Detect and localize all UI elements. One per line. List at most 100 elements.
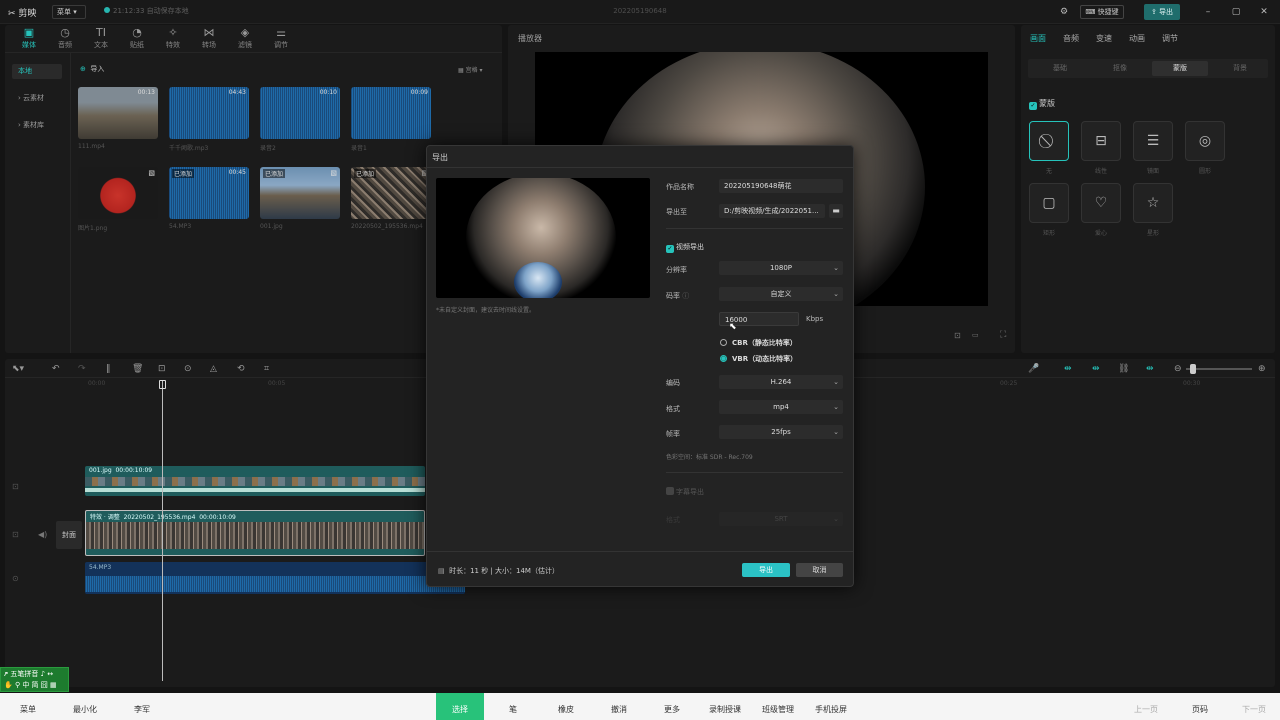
playhead[interactable] (162, 381, 163, 681)
sidebar-item[interactable]: › 素材库 (12, 118, 62, 133)
chain-link-icon[interactable]: ⛓ (1118, 364, 1129, 374)
link-main-icon[interactable]: ⇹ (1064, 364, 1072, 374)
bitrate-select[interactable]: 自定义 ⌄ (719, 287, 843, 301)
format-select[interactable]: mp4 ⌄ (719, 400, 843, 414)
mask-option[interactable]: ☰ (1133, 121, 1173, 161)
undo-icon[interactable]: ↶ (52, 364, 60, 374)
help-icon[interactable]: ⓘ (682, 292, 689, 300)
media-thumbnail[interactable]: 00:45 已添加 (169, 167, 249, 219)
freeze-icon[interactable]: ⊡ (158, 364, 166, 374)
tab-audio[interactable]: ◷ 音频 (52, 26, 78, 50)
cover-button[interactable]: 封面 (56, 521, 82, 549)
media-thumbnail[interactable]: 00:09 (351, 87, 431, 139)
framerate-select[interactable]: 25fps ⌄ (719, 425, 843, 439)
codec-select[interactable]: H.264 ⌄ (719, 375, 843, 389)
zoom-in-icon[interactable]: ⊕ (1258, 364, 1266, 374)
media-thumbnail[interactable]: 已添加 ▧ (260, 167, 340, 219)
audio-track-icon[interactable]: ⊙ (12, 574, 19, 583)
cancel-button[interactable]: 取消 (796, 563, 843, 577)
audio-clip[interactable]: 54.MP3 (85, 562, 465, 594)
inspector-segment[interactable]: 基础 (1032, 61, 1088, 76)
mask-option[interactable]: ⃠ (1029, 121, 1069, 161)
playhead-handle[interactable] (159, 380, 166, 389)
taskbar-tool[interactable]: 录制授课 (701, 693, 749, 720)
cbr-option[interactable]: CBR（静态比特率） (720, 338, 797, 348)
snap-icon[interactable]: ⇹ (1146, 364, 1154, 374)
taskbar-tool[interactable]: 班级管理 (754, 693, 802, 720)
subtitle-export-toggle[interactable]: 字幕导出 (666, 487, 704, 497)
tab-filter[interactable]: ◈ 滤镜 (232, 26, 258, 50)
sidebar-item[interactable]: 本地 (12, 64, 62, 79)
tab-adjust[interactable]: ⚌ 调节 (268, 26, 294, 50)
waveform-icon[interactable]: ⊡ (954, 331, 961, 340)
fullscreen-icon[interactable]: ⛶ (1000, 330, 1006, 340)
zoom-slider-handle[interactable] (1190, 364, 1196, 374)
mask-toggle[interactable]: ✓ 蒙版 (1029, 98, 1055, 110)
mask-option[interactable]: ♡ (1081, 183, 1121, 223)
sidebar-item[interactable]: › 云素材 (12, 91, 62, 106)
select-tool-icon[interactable]: ⬉▾ (12, 364, 24, 374)
tab-media[interactable]: ▣ 媒体 (16, 26, 42, 50)
view-toggle[interactable]: ▦ 宫格 ▾ (458, 65, 483, 74)
media-thumbnail[interactable]: ▧ (78, 167, 158, 219)
taskbar-page-control[interactable]: 上一页 (1122, 693, 1170, 720)
settings-icon[interactable]: ⚙ (1056, 4, 1072, 20)
video-clip-2[interactable]: 特效 · 调整 20220502_195536.mp4 00:00:10:09 (85, 510, 425, 556)
tab-transition[interactable]: ⋈ 转场 (196, 26, 222, 50)
rotate-icon[interactable]: ⟲ (237, 364, 245, 374)
inspector-segment[interactable]: 背景 (1212, 61, 1268, 76)
zoom-out-icon[interactable]: ⊖ (1174, 364, 1182, 374)
mute-icon[interactable]: ◀) (38, 530, 47, 539)
resolution-select[interactable]: 1080P ⌄ (719, 261, 843, 275)
mirror-icon[interactable]: ◬ (210, 364, 217, 374)
taskbar-tool[interactable]: 撤消 (595, 693, 643, 720)
tab-text[interactable]: TI 文本 (88, 26, 114, 50)
media-thumbnail[interactable]: 已添加 ▧ (351, 167, 431, 219)
close-icon[interactable]: ✕ (1256, 4, 1272, 20)
track-lock-icon[interactable]: ⊡ (12, 530, 19, 539)
menu-button[interactable]: 菜单 ▾ (52, 5, 86, 19)
mask-option[interactable]: ⊟ (1081, 121, 1121, 161)
taskbar-item[interactable]: 李军 (118, 693, 166, 720)
video-clip-1[interactable]: 001.jpg 00:00:10:09 (85, 466, 425, 496)
inspector-tab[interactable]: 画面 (1030, 33, 1046, 44)
taskbar-tool[interactable]: 手机投屏 (807, 693, 855, 720)
import-button[interactable]: ⊕ 导入 (80, 64, 104, 74)
inspector-tab[interactable]: 音频 (1063, 33, 1079, 44)
taskbar-tool[interactable]: 更多 (648, 693, 696, 720)
shortcut-button[interactable]: ⌨ 快捷键 (1080, 5, 1124, 19)
path-input[interactable]: D:/剪映视频/生成/2022051... (719, 204, 825, 218)
taskbar-tool[interactable]: 笔 (489, 693, 537, 720)
taskbar-page-control[interactable]: 页码 (1176, 693, 1224, 720)
taskbar-item[interactable]: 最小化 (61, 693, 109, 720)
tab-sticker[interactable]: ◔ 贴纸 (124, 26, 150, 50)
inspector-segment[interactable]: 蒙版 (1152, 61, 1208, 76)
delete-icon[interactable]: 🗑 (132, 364, 143, 374)
video-export-toggle[interactable]: ✓ 视频导出 (666, 242, 704, 253)
name-input[interactable]: 202205190648萌花 (719, 179, 843, 193)
play-icon[interactable]: ⊙ (184, 364, 192, 374)
folder-icon[interactable]: ▬ (829, 204, 843, 218)
inspector-segment[interactable]: 抠像 (1092, 61, 1148, 76)
ime-toolbar[interactable]: ፆ 五笔拼音 ♪ ↔ ✋ ⚲ 中 简 囧 ▦ (0, 667, 69, 692)
mask-option[interactable]: ◎ (1185, 121, 1225, 161)
media-thumbnail[interactable]: 00:13 (78, 87, 158, 139)
track-lock-icon[interactable]: ⊡ (12, 482, 19, 491)
tab-effects[interactable]: ✧ 特效 (160, 26, 186, 50)
taskbar-tool[interactable]: 橡皮 (542, 693, 590, 720)
subtitle-format-select[interactable]: SRT ⌄ (719, 512, 843, 526)
minimize-icon[interactable]: – (1200, 4, 1216, 20)
preview-axis-icon[interactable]: ⇹ (1092, 364, 1100, 374)
media-thumbnail[interactable]: 04:43 (169, 87, 249, 139)
taskbar-item[interactable]: 菜单 (4, 693, 52, 720)
taskbar-page-control[interactable]: 下一页 (1230, 693, 1278, 720)
export-button[interactable]: 导出 (742, 563, 790, 577)
maximize-icon[interactable]: ▢ (1228, 4, 1244, 20)
media-thumbnail[interactable]: 00:10 (260, 87, 340, 139)
vbr-option[interactable]: VBR（动态比特率） (720, 354, 797, 364)
crop-icon[interactable]: ⌗ (264, 364, 269, 374)
microphone-icon[interactable]: 🎤 (1028, 364, 1039, 374)
inspector-tab[interactable]: 动画 (1129, 33, 1145, 44)
mask-option[interactable]: ☆ (1133, 183, 1173, 223)
export-button-top[interactable]: ⇪ 导出 (1144, 4, 1180, 20)
